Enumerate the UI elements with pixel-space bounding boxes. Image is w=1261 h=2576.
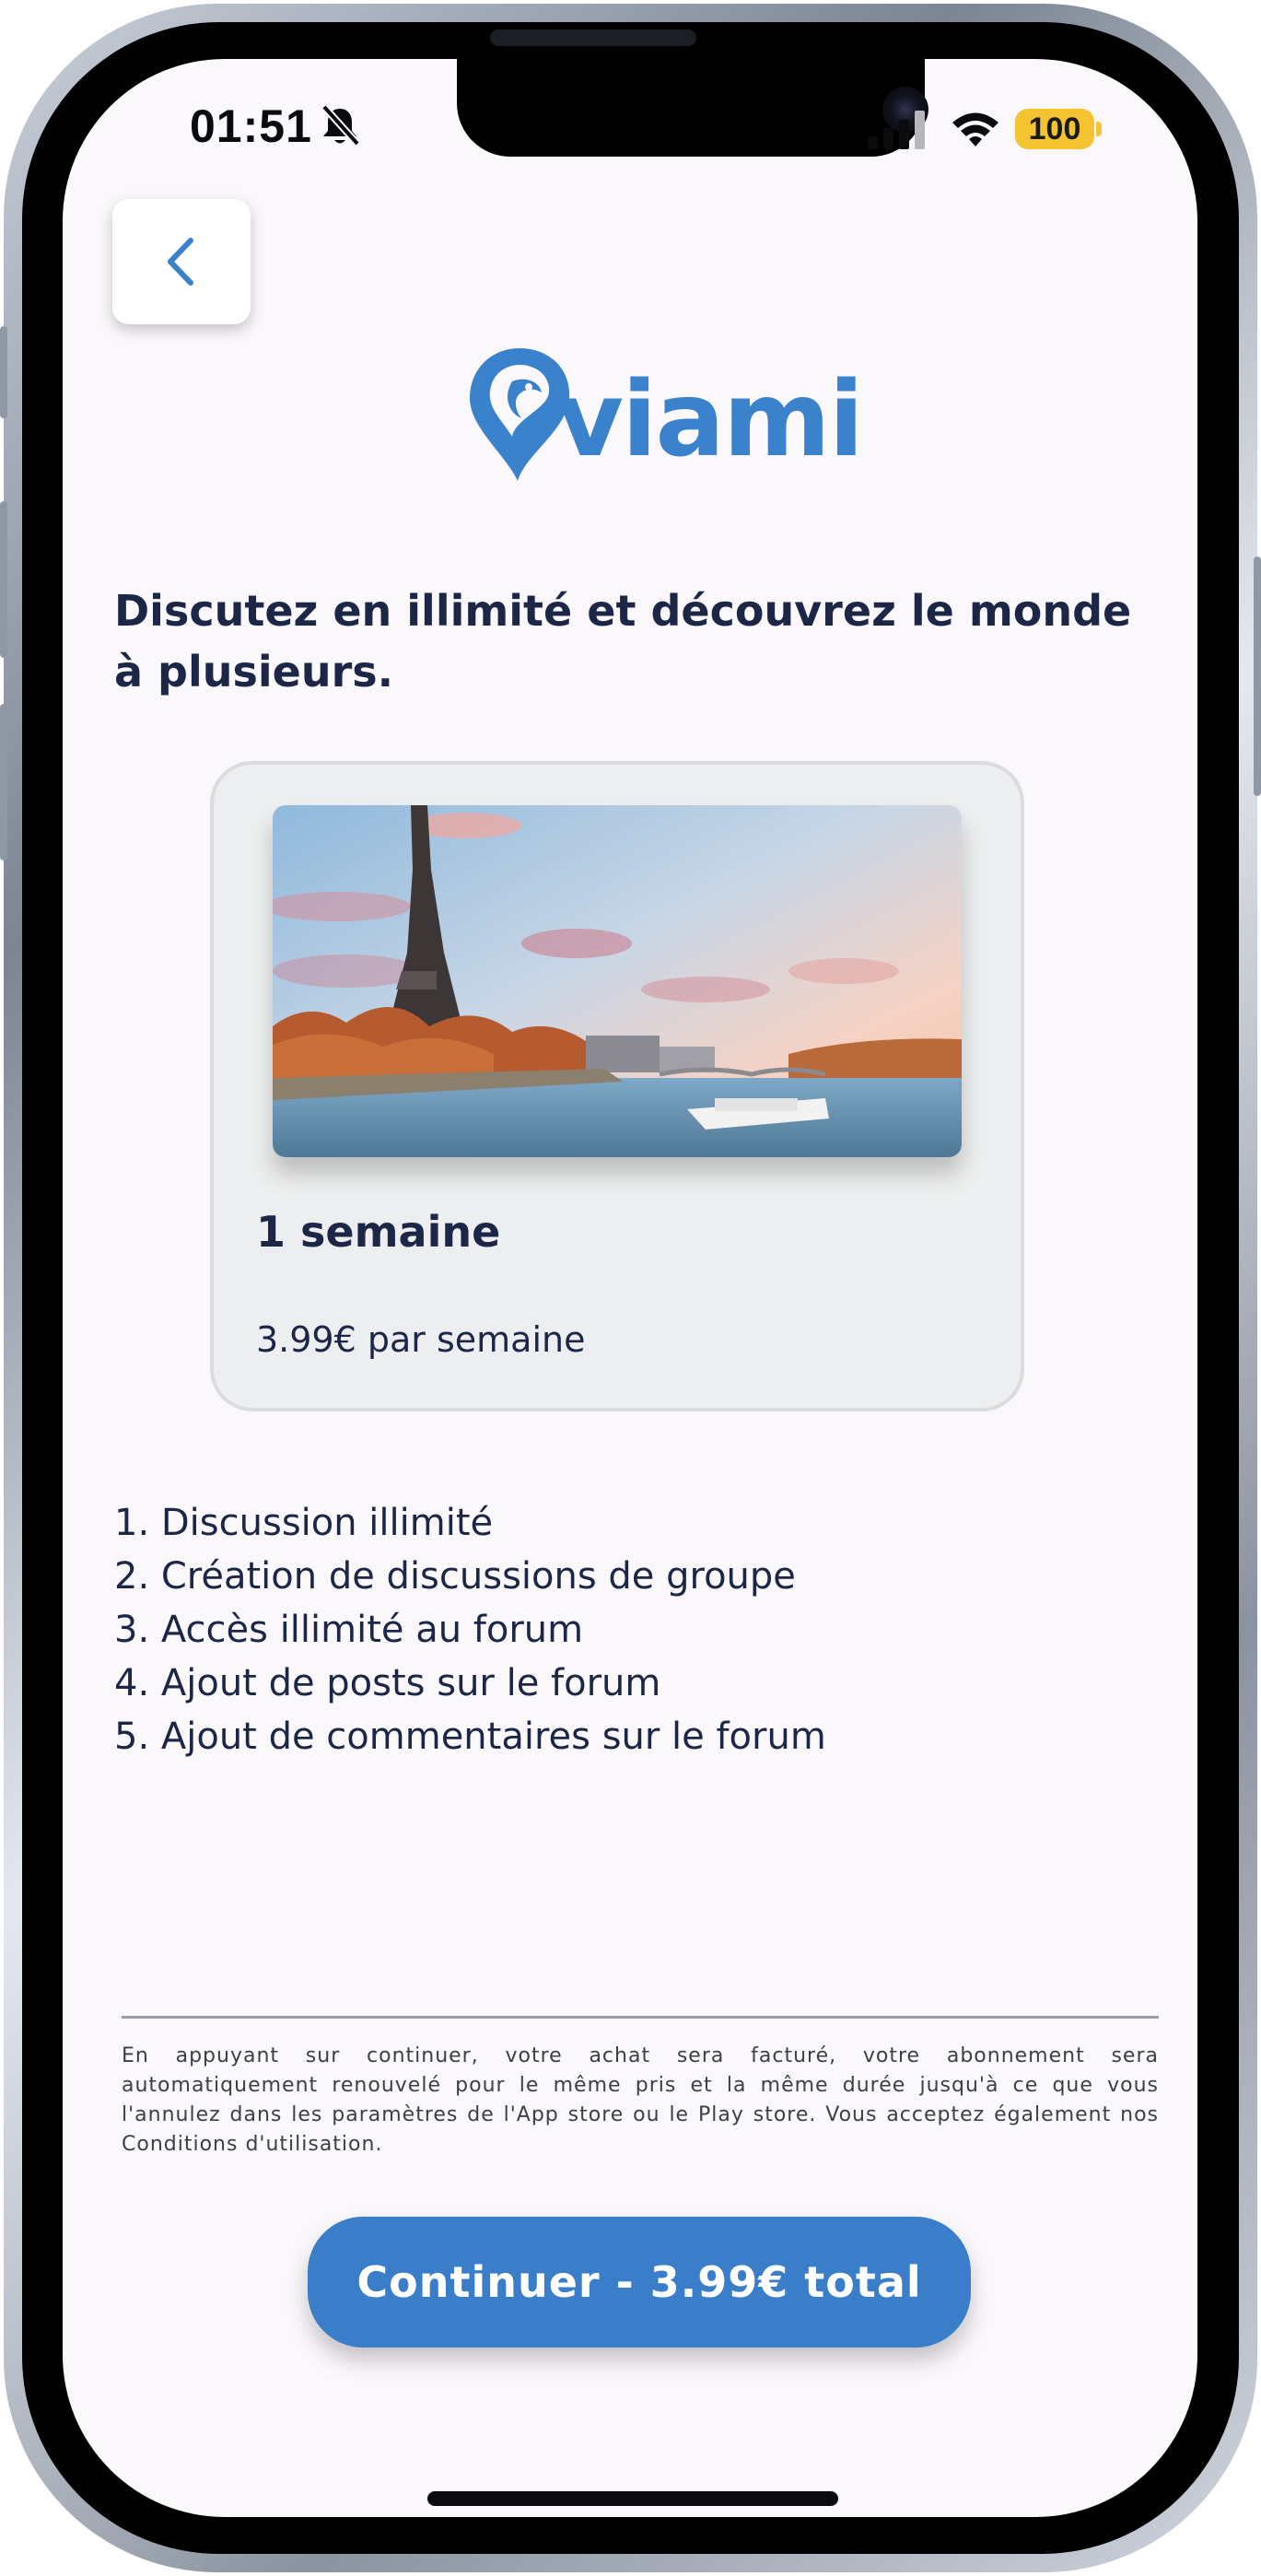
volume-up-button bbox=[0, 501, 7, 658]
app-screen: 01:51 100 viami Discutez en illimité et … bbox=[63, 59, 1197, 2517]
viami-logo: viami bbox=[464, 345, 864, 483]
chevron-left-icon bbox=[168, 238, 193, 286]
feature-item: 4. Ajout de posts sur le forum bbox=[114, 1662, 661, 1704]
plan-price: 3.99€ par semaine bbox=[256, 1319, 586, 1360]
continue-button[interactable]: Continuer - 3.99€ total bbox=[308, 2217, 971, 2348]
volume-down-button bbox=[0, 704, 7, 861]
logo-wordmark: viami bbox=[556, 360, 864, 480]
battery-cap bbox=[1096, 122, 1102, 136]
plan-card[interactable]: 1 semaine 3.99€ par semaine bbox=[210, 761, 1024, 1411]
battery-icon: 100 bbox=[1015, 109, 1094, 149]
feature-item: 5. Ajout de commentaires sur le forum bbox=[114, 1715, 826, 1758]
feature-item: 3. Accès illimité au forum bbox=[114, 1609, 584, 1651]
power-button bbox=[1254, 556, 1261, 796]
feature-item: 1. Discussion illimité bbox=[114, 1502, 494, 1544]
bell-slash-icon bbox=[321, 104, 360, 146]
wifi-icon bbox=[952, 112, 998, 146]
back-button[interactable] bbox=[112, 199, 251, 324]
notch bbox=[457, 59, 928, 157]
cellular-signal-icon bbox=[868, 111, 925, 149]
home-indicator[interactable] bbox=[427, 2491, 838, 2506]
divider bbox=[122, 2016, 1159, 2019]
action-button bbox=[0, 326, 7, 418]
page-headline: Discutez en illimité et découvrez le mon… bbox=[114, 586, 1132, 697]
speaker-grille bbox=[490, 29, 696, 46]
plan-title: 1 semaine bbox=[256, 1207, 501, 1257]
feature-item: 2. Création de discussions de groupe bbox=[114, 1555, 796, 1598]
status-time: 01:51 bbox=[190, 100, 312, 152]
eiffel-tower-seine-image bbox=[273, 805, 962, 1157]
features-list: 1. Discussion illimité 2. Création de di… bbox=[114, 1496, 826, 1763]
legal-notice: En appuyant sur continuer, votre achat s… bbox=[122, 2044, 1159, 2156]
plan-image bbox=[273, 805, 962, 1157]
